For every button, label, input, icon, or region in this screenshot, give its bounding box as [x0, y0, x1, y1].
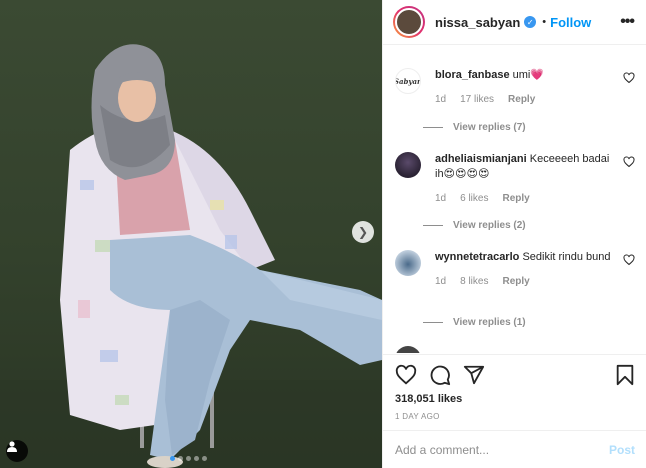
avatar-logo-text: Sabyan — [395, 76, 421, 86]
commenter-avatar[interactable] — [395, 250, 421, 276]
comment-username[interactable]: blora_fanbase — [435, 69, 510, 81]
carousel-dot — [202, 456, 207, 461]
view-replies-label: View replies (1) — [453, 317, 526, 328]
heart-icon[interactable] — [395, 364, 417, 386]
reply-button[interactable]: Reply — [508, 92, 535, 107]
post-comment-button[interactable]: Post — [609, 443, 635, 457]
next-image-button[interactable]: ❯ — [352, 221, 374, 243]
post-side-panel: nissa_sabyan ✓ • Follow ••• Sabyan blora… — [382, 0, 646, 468]
more-options-icon[interactable]: ••• — [620, 13, 635, 31]
comment-icon[interactable] — [429, 364, 451, 386]
bookmark-icon[interactable] — [615, 364, 635, 386]
commenter-avatar[interactable] — [395, 152, 421, 178]
comment-likes[interactable]: 17 likes — [460, 92, 494, 107]
author-avatar[interactable] — [393, 6, 425, 38]
comment-username[interactable]: wynnetetracarlo — [435, 251, 519, 263]
carousel-dot — [170, 456, 175, 461]
post-actions: 318,051 likes 1 DAY AGO — [383, 354, 646, 430]
view-replies-button[interactable]: View replies (1) — [423, 317, 526, 328]
comment-likes[interactable]: 8 likes — [460, 274, 488, 289]
replies-divider — [423, 225, 443, 226]
view-replies-button[interactable]: View replies (2) — [423, 220, 526, 231]
reply-button[interactable]: Reply — [502, 191, 529, 206]
comment-input[interactable] — [395, 442, 609, 457]
likes-count[interactable]: 318,051 likes — [395, 393, 635, 405]
separator-dot: • — [542, 16, 547, 28]
heart-icon[interactable] — [623, 156, 635, 168]
carousel-dot — [194, 456, 199, 461]
comments-list[interactable]: Sabyan blora_fanbase umi💗 1d 17 likes Re… — [383, 46, 646, 353]
user-tag-icon — [7, 441, 17, 452]
heart-icon[interactable] — [623, 72, 635, 84]
reply-button[interactable]: Reply — [502, 274, 529, 289]
follow-button[interactable]: Follow — [550, 15, 591, 30]
commenter-avatar[interactable]: Sabyan — [395, 68, 421, 94]
replies-divider — [423, 127, 443, 128]
commenter-avatar[interactable] — [395, 346, 421, 353]
view-replies-label: View replies (2) — [453, 220, 526, 231]
author-username[interactable]: nissa_sabyan — [435, 15, 520, 30]
post-timestamp[interactable]: 1 DAY AGO — [395, 412, 635, 421]
chevron-right-icon: ❯ — [357, 225, 369, 239]
verified-badge-icon: ✓ — [524, 16, 537, 28]
carousel-dot — [178, 456, 183, 461]
comment-likes[interactable]: 6 likes — [460, 191, 488, 206]
add-comment-bar: Post — [383, 430, 646, 468]
carousel-dot — [186, 456, 191, 461]
comment-username[interactable]: adheliaismianjani — [435, 153, 527, 165]
heart-icon[interactable] — [623, 254, 635, 266]
comment-text: umi💗 — [512, 69, 545, 81]
photo-illustration — [0, 44, 382, 468]
view-replies-button[interactable]: View replies (7) — [423, 122, 526, 133]
comment-text: Sedikit rindu bund — [522, 251, 611, 263]
view-replies-label: View replies (7) — [453, 122, 526, 133]
comment-age: 1d — [435, 276, 447, 287]
comment-age: 1d — [435, 94, 447, 105]
share-icon[interactable] — [463, 364, 485, 386]
post-header: nissa_sabyan ✓ • Follow ••• — [383, 0, 646, 45]
user-tag-button[interactable] — [6, 440, 28, 462]
carousel-indicator — [170, 456, 207, 461]
replies-divider — [423, 322, 443, 323]
comment-age: 1d — [435, 193, 447, 204]
post-photo[interactable]: ❯ — [0, 0, 382, 468]
